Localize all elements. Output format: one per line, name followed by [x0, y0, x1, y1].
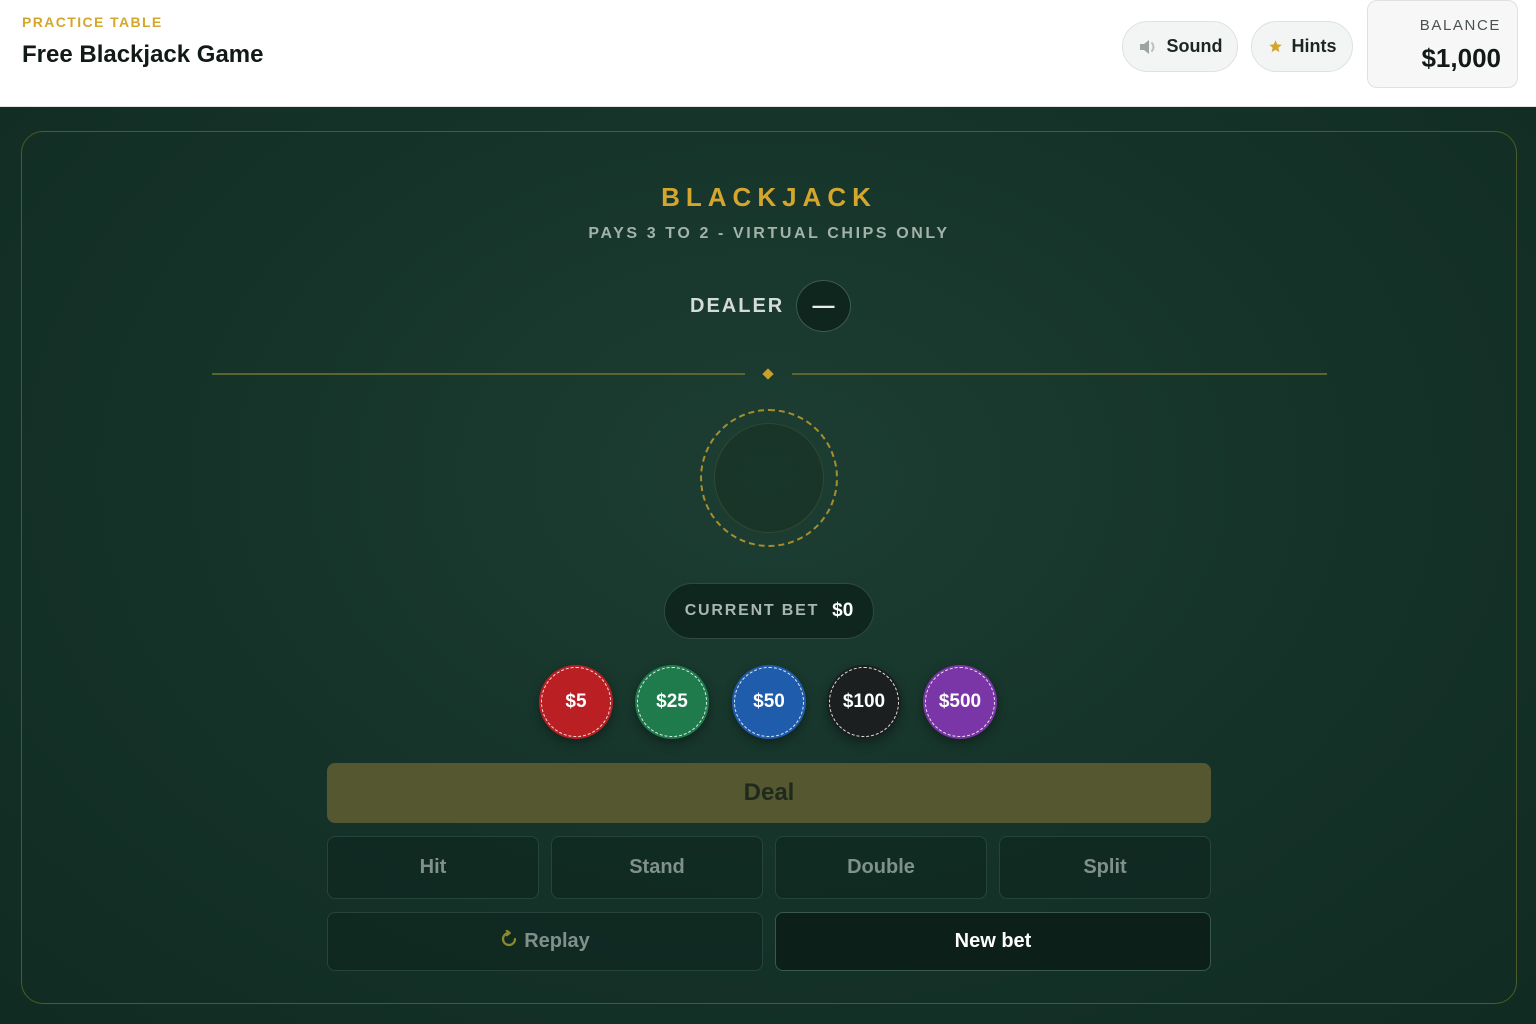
chip-50[interactable]: $50 [732, 665, 806, 739]
stand-button[interactable]: Stand [551, 836, 763, 899]
game-table-area: BLACKJACK PAYS 3 TO 2 - VIRTUAL CHIPS ON… [0, 107, 1536, 1024]
chip-label: $5 [565, 691, 587, 712]
dealer-label: DEALER [690, 295, 785, 317]
table-subtitle: PAYS 3 TO 2 - VIRTUAL CHIPS ONLY [588, 225, 950, 242]
current-bet-display: CURRENT BET $0 [664, 583, 874, 639]
chip-label: $100 [842, 691, 886, 712]
table-title: BLACKJACK [661, 182, 877, 212]
table-divider-left [212, 373, 745, 375]
current-bet-value: $0 [832, 600, 854, 621]
star-icon [1268, 39, 1283, 54]
chip-100[interactable]: $100 [827, 665, 901, 739]
split-button[interactable]: Split [999, 836, 1211, 899]
bet-spot[interactable] [700, 409, 838, 547]
balance-panel: BALANCE $1,000 [1367, 0, 1518, 88]
sound-button-label: Sound [1166, 36, 1223, 56]
replay-button-label: Replay [524, 930, 590, 952]
double-button[interactable]: Double [775, 836, 987, 899]
table-divider-right [792, 373, 1327, 375]
deal-button[interactable]: Deal [327, 763, 1211, 823]
balance-value: $1,000 [1421, 43, 1501, 73]
hit-button[interactable]: Hit [327, 836, 539, 899]
replay-icon [500, 929, 518, 954]
current-bet-label: CURRENT BET [684, 602, 820, 619]
chip-500[interactable]: $500 [923, 665, 997, 739]
sound-button[interactable]: Sound [1122, 21, 1238, 72]
new-bet-button[interactable]: New bet [775, 912, 1211, 971]
replay-button[interactable]: Replay [327, 912, 763, 971]
top-header: PRACTICE TABLE Free Blackjack Game Sound… [0, 0, 1536, 107]
divider-diamond-icon [762, 368, 774, 380]
chip-label: $500 [938, 691, 982, 712]
chip-label: $50 [753, 691, 785, 712]
felt-table: BLACKJACK PAYS 3 TO 2 - VIRTUAL CHIPS ON… [21, 131, 1517, 1004]
chip-label: $25 [656, 691, 688, 712]
speaker-icon [1138, 38, 1158, 56]
chip-25[interactable]: $25 [635, 665, 709, 739]
dealer-score-badge: — [796, 280, 851, 332]
page-title: Free Blackjack Game [22, 41, 264, 68]
balance-label: BALANCE [1419, 17, 1501, 34]
bet-spot-inner [714, 423, 824, 533]
chip-5[interactable]: $5 [539, 665, 613, 739]
hints-button[interactable]: Hints [1251, 21, 1353, 72]
header-eyebrow: PRACTICE TABLE [22, 14, 163, 30]
hints-button-label: Hints [1291, 36, 1337, 56]
